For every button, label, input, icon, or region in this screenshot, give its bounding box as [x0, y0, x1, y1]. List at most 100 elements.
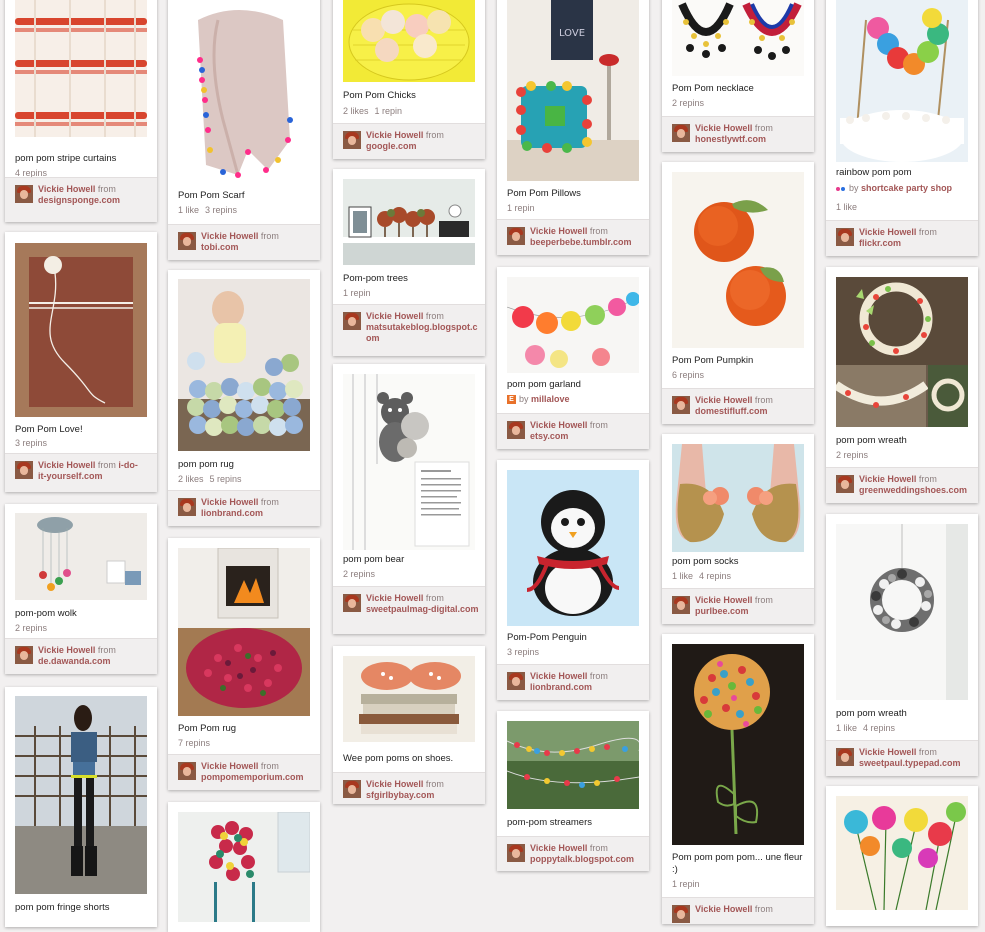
user-link[interactable]: Vickie Howell [366, 130, 423, 140]
pin-image[interactable] [836, 0, 968, 162]
user-link[interactable]: Vickie Howell [859, 747, 916, 757]
pin-image[interactable] [15, 696, 147, 894]
pin-card[interactable]: Pom pom pom pom... une fleur :) 1 repin … [662, 634, 814, 924]
site-link[interactable]: i-do- [118, 460, 138, 470]
pin-card[interactable]: Wee pom poms on shoes. Vickie Howell fro… [333, 646, 485, 804]
avatar[interactable] [672, 396, 690, 414]
avatar[interactable] [507, 844, 525, 862]
source-name[interactable]: shortcake party shop [861, 183, 952, 193]
pin-card[interactable]: pom pom garland Eby millalove Vickie How… [497, 267, 649, 449]
site-link[interactable]: google.com [366, 141, 417, 151]
site-link[interactable]: sweetpaulmag-digital.com [366, 604, 479, 614]
site-link[interactable]: flickr.com [859, 238, 901, 248]
site-link[interactable]: matsutakeblog.blogspot.com [366, 322, 478, 343]
site-link[interactable]: etsy.com [530, 431, 568, 441]
avatar[interactable] [178, 762, 196, 780]
avatar[interactable] [836, 475, 854, 493]
site-link[interactable]: lionbrand.com [201, 508, 263, 518]
site-link[interactable]: pompomemporium.com [201, 772, 304, 782]
user-link[interactable]: Vickie Howell [530, 671, 587, 681]
pin-card[interactable]: Pom Pom necklace 2 repins Vickie Howell … [662, 0, 814, 152]
pin-card[interactable]: pom pom rug 2 likes 5 repins Vickie Howel… [168, 270, 320, 526]
pin-image[interactable] [343, 179, 475, 265]
avatar[interactable] [507, 227, 525, 245]
avatar[interactable] [343, 131, 361, 149]
site-link[interactable]: greenweddingshoes.com [859, 485, 967, 495]
site-link[interactable]: purlbee.com [695, 606, 749, 616]
user-link[interactable]: Vickie Howell [201, 231, 258, 241]
avatar[interactable] [672, 596, 690, 614]
user-link[interactable]: Vickie Howell [530, 226, 587, 236]
pin-image[interactable] [507, 721, 639, 809]
pin-card[interactable]: rainbow pom pom by shortcake party shop … [826, 0, 978, 256]
site-link[interactable]: domestifluff.com [695, 406, 768, 416]
pin-image[interactable] [672, 0, 804, 76]
pin-card[interactable] [826, 786, 978, 926]
pin-image[interactable] [15, 0, 147, 137]
pin-image[interactable] [343, 0, 475, 82]
pin-image[interactable] [672, 644, 804, 845]
avatar[interactable] [507, 421, 525, 439]
user-link[interactable]: Vickie Howell [38, 645, 95, 655]
user-link[interactable]: Vickie Howell [859, 474, 916, 484]
pin-image[interactable] [15, 513, 147, 600]
pin-image[interactable] [178, 279, 310, 451]
avatar[interactable] [343, 594, 361, 612]
site-link[interactable]: de.dawanda.com [38, 656, 111, 666]
pin-image[interactable] [836, 277, 968, 427]
user-link[interactable]: Vickie Howell [530, 420, 587, 430]
pin-card[interactable]: pom pom socks 1 like 4 repins Vickie Howe… [662, 434, 814, 624]
user-link[interactable]: Vickie Howell [366, 779, 423, 789]
avatar[interactable] [15, 461, 33, 479]
user-link[interactable]: Vickie Howell [695, 395, 752, 405]
pin-image[interactable] [836, 796, 968, 910]
pin-image[interactable] [507, 470, 639, 626]
user-link[interactable]: Vickie Howell [695, 904, 752, 914]
pin-card[interactable]: pom pom bear 2 repins Vickie Howell from… [333, 364, 485, 634]
pin-card[interactable]: pom pom wreath 1 like 4 repins Vickie How… [826, 514, 978, 776]
user-link[interactable]: Vickie Howell [366, 311, 423, 321]
avatar[interactable] [15, 185, 33, 203]
site-link[interactable]: lionbrand.com [530, 682, 592, 692]
site-link[interactable]: poppytalk.blogspot.com [530, 854, 634, 864]
user-link[interactable]: Vickie Howell [201, 497, 258, 507]
pin-image[interactable] [15, 243, 147, 417]
pin-card[interactable]: pom pom fringe shorts [5, 687, 157, 927]
avatar[interactable] [672, 905, 690, 923]
pin-image[interactable] [836, 524, 968, 700]
avatar[interactable] [343, 312, 361, 330]
avatar[interactable] [836, 748, 854, 766]
pin-card[interactable]: pom pom stripe curtains 4 repins Vickie … [5, 0, 157, 222]
user-link[interactable]: Vickie Howell [695, 595, 752, 605]
pin-image[interactable] [178, 812, 310, 922]
site-link[interactable]: sweetpaul.typepad.com [859, 758, 961, 768]
user-link[interactable]: Vickie Howell [366, 593, 423, 603]
pin-image[interactable] [178, 548, 310, 716]
site-link[interactable]: tobi.com [201, 242, 239, 252]
avatar[interactable] [343, 780, 361, 798]
pin-image[interactable] [672, 444, 804, 552]
site-link[interactable]: designsponge.com [38, 195, 120, 205]
pin-card[interactable]: pom pom wreath 2 repins Vickie Howell fr… [826, 267, 978, 503]
avatar[interactable] [178, 232, 196, 250]
pin-card[interactable]: Pom Pom Chicks 2 likes 1 repin Vickie How… [333, 0, 485, 159]
pin-image[interactable]: LOVE [507, 0, 639, 181]
user-link[interactable]: Vickie Howell [38, 460, 95, 470]
pin-card[interactable]: Pom Pom Scarf 1 like 3 repins Vickie Howe… [168, 0, 320, 260]
pin-card[interactable]: Pom Pom Love! 3 repins Vickie Howell fro… [5, 232, 157, 492]
pin-card[interactable]: LOVE Pom Pom Pillows 1 repin Vickie Howe… [497, 0, 649, 255]
user-link[interactable]: Vickie Howell [38, 184, 95, 194]
pin-image[interactable] [178, 0, 310, 184]
pin-image[interactable] [672, 172, 804, 348]
site-link[interactable]: honestlywtf.com [695, 134, 766, 144]
pin-image[interactable] [507, 277, 639, 373]
site-link[interactable]: it-yourself.com [38, 471, 103, 481]
avatar[interactable] [178, 498, 196, 516]
avatar[interactable] [836, 228, 854, 246]
avatar[interactable] [507, 672, 525, 690]
pin-card[interactable]: pom-pom streamers Vickie Howell from popp… [497, 711, 649, 871]
pin-card[interactable] [168, 802, 320, 932]
user-link[interactable]: Vickie Howell [201, 761, 258, 771]
user-link[interactable]: Vickie Howell [859, 227, 916, 237]
pin-card[interactable]: Pom Pom Pumpkin 6 repins Vickie Howell f… [662, 162, 814, 424]
